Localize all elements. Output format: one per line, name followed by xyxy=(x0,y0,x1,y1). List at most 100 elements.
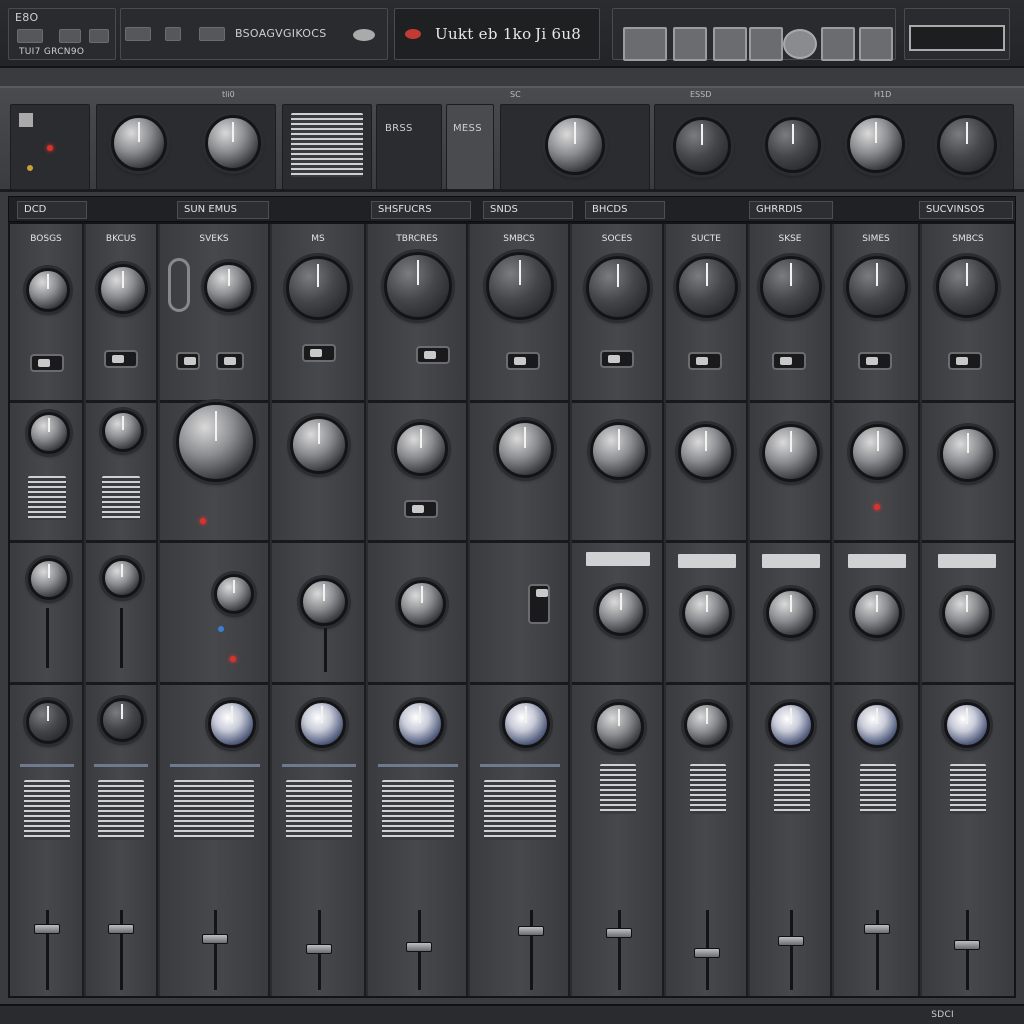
channel-1-aux-buttons[interactable] xyxy=(28,476,66,520)
channel-5-eq-knob[interactable] xyxy=(384,252,452,320)
channel-6-mute-buttons[interactable] xyxy=(484,780,556,840)
pill-icon[interactable] xyxy=(353,29,375,41)
channel-6-pan-switch[interactable] xyxy=(528,584,550,624)
bus-knob-2[interactable] xyxy=(765,117,821,173)
channel-group-header-1[interactable]: DCD xyxy=(17,201,87,219)
menu-button-2[interactable] xyxy=(59,29,81,43)
channel-3-switch-a[interactable] xyxy=(176,352,200,370)
tool-button-2[interactable] xyxy=(673,27,707,61)
bus-knob-4[interactable] xyxy=(937,115,997,175)
channel-11-send-knob[interactable] xyxy=(944,702,990,748)
menu-button-6[interactable] xyxy=(199,27,225,41)
channel-3-mute-buttons[interactable] xyxy=(174,780,254,840)
channel-9-switch[interactable] xyxy=(772,352,806,370)
channel-group-header-7[interactable]: SUCVINSOS xyxy=(919,201,1013,219)
channel-1-switch[interactable] xyxy=(30,354,64,372)
channel-8-mute-buttons[interactable] xyxy=(690,764,726,814)
gain-knob[interactable] xyxy=(111,115,167,171)
channel-7-fader[interactable] xyxy=(606,928,632,938)
channel-8-send-knob[interactable] xyxy=(684,702,730,748)
input-icon[interactable] xyxy=(19,113,33,127)
channel-8-pan-knob[interactable] xyxy=(682,588,732,638)
channel-11-aux-knob[interactable] xyxy=(940,426,996,482)
channel-8-eq-knob[interactable] xyxy=(676,256,738,318)
channel-2-fader[interactable] xyxy=(108,924,134,934)
channel-group-header-5[interactable]: BHCDS xyxy=(585,201,665,219)
channel-1-pan-knob[interactable] xyxy=(28,558,70,600)
tool-button-1[interactable] xyxy=(623,27,667,61)
channel-4-fader[interactable] xyxy=(306,944,332,954)
channel-4-aux-knob[interactable] xyxy=(290,416,348,474)
channel-11-fader[interactable] xyxy=(954,940,980,950)
channel-11-eq-knob[interactable] xyxy=(936,256,998,318)
channel-3-pan-knob[interactable] xyxy=(214,574,254,614)
bus-knob-3[interactable] xyxy=(847,115,905,173)
channel-6-fader[interactable] xyxy=(518,926,544,936)
trim-knob[interactable] xyxy=(205,115,261,171)
channel-10-switch[interactable] xyxy=(858,352,892,370)
channel-group-header-3[interactable]: SHSFUCRS xyxy=(371,201,471,219)
channel-9-mute-buttons[interactable] xyxy=(774,764,810,814)
channel-group-header-6[interactable]: GHRRDIS xyxy=(749,201,833,219)
channel-7-eq-knob[interactable] xyxy=(586,256,650,320)
eq-fader-bank[interactable] xyxy=(291,113,363,177)
channel-9-aux-knob[interactable] xyxy=(762,424,820,482)
channel-3-fader[interactable] xyxy=(202,934,228,944)
channel-10-fader[interactable] xyxy=(864,924,890,934)
tool-button-4[interactable] xyxy=(749,27,783,61)
channel-5-switch[interactable] xyxy=(416,346,450,364)
channel-10-pan-knob[interactable] xyxy=(852,588,902,638)
channel-10-aux-knob[interactable] xyxy=(850,424,906,480)
output-display[interactable] xyxy=(909,25,1005,51)
channel-3-eq-knob[interactable] xyxy=(204,262,254,312)
channel-2-send-knob[interactable] xyxy=(100,698,144,742)
channel-6-switch[interactable] xyxy=(506,352,540,370)
channel-4-pan-knob[interactable] xyxy=(300,578,348,626)
tool-button-5[interactable] xyxy=(783,29,817,59)
channel-5-fader[interactable] xyxy=(406,942,432,952)
channel-8-fader[interactable] xyxy=(694,948,720,958)
channel-7-aux-knob[interactable] xyxy=(590,422,648,480)
menu-button-3[interactable] xyxy=(89,29,109,43)
channel-9-send-knob[interactable] xyxy=(768,702,814,748)
channel-2-switch[interactable] xyxy=(104,350,138,368)
channel-9-pan-knob[interactable] xyxy=(766,588,816,638)
channel-8-aux-knob[interactable] xyxy=(678,424,734,480)
channel-2-aux-knob[interactable] xyxy=(102,410,144,452)
channel-4-mute-buttons[interactable] xyxy=(286,780,352,840)
channel-1-aux-knob[interactable] xyxy=(28,412,70,454)
tool-button-6[interactable] xyxy=(821,27,855,61)
mixer-menu-label[interactable]: BSOAGVGIKOCS xyxy=(235,27,326,40)
channel-10-mute-buttons[interactable] xyxy=(860,764,896,814)
channel-11-mute-buttons[interactable] xyxy=(950,764,986,814)
file-menu-label[interactable]: E8O xyxy=(15,11,39,24)
channel-8-switch[interactable] xyxy=(688,352,722,370)
channel-11-pan-knob[interactable] xyxy=(942,588,992,638)
channel-10-send-knob[interactable] xyxy=(854,702,900,748)
channel-6-aux-knob[interactable] xyxy=(496,420,554,478)
record-icon[interactable] xyxy=(405,29,421,39)
channel-3-switch-b[interactable] xyxy=(216,352,244,370)
channel-7-mute-buttons[interactable] xyxy=(600,764,636,814)
channel-5-aux-knob[interactable] xyxy=(394,422,448,476)
menu-button-4[interactable] xyxy=(125,27,151,41)
channel-5-send-knob[interactable] xyxy=(396,700,444,748)
bus-knob-1[interactable] xyxy=(673,117,731,175)
channel-10-eq-knob[interactable] xyxy=(846,256,908,318)
menu-button-5[interactable] xyxy=(165,27,181,41)
channel-11-switch[interactable] xyxy=(948,352,982,370)
channel-3-input-handle[interactable] xyxy=(168,258,190,312)
channel-1-send-knob[interactable] xyxy=(26,700,70,744)
tool-button-3[interactable] xyxy=(713,27,747,61)
channel-1-eq-knob[interactable] xyxy=(26,268,70,312)
channel-9-fader[interactable] xyxy=(778,936,804,946)
master-knob[interactable] xyxy=(545,115,605,175)
channel-7-pan-knob[interactable] xyxy=(596,586,646,636)
channel-4-send-knob[interactable] xyxy=(298,700,346,748)
channel-2-aux-buttons[interactable] xyxy=(102,476,140,520)
channel-2-eq-knob[interactable] xyxy=(98,264,148,314)
channel-6-send-knob[interactable] xyxy=(502,700,550,748)
channel-4-switch[interactable] xyxy=(302,344,336,362)
channel-1-mute-buttons[interactable] xyxy=(24,780,70,840)
channel-5-mute-buttons[interactable] xyxy=(382,780,454,840)
